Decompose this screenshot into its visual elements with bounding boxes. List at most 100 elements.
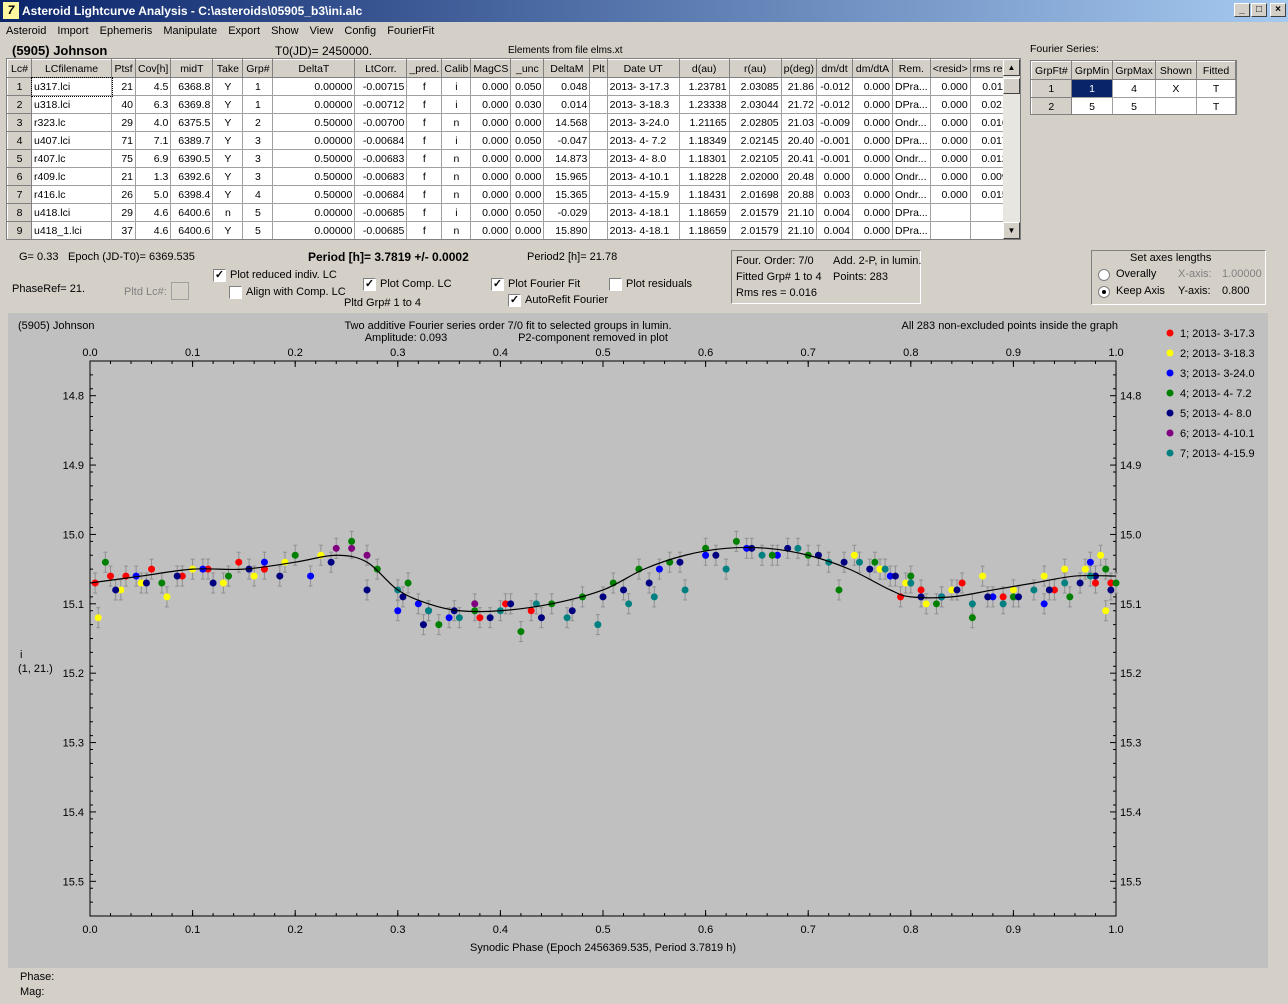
- table-cell[interactable]: 6369.8: [170, 95, 214, 114]
- table-cell[interactable]: 5: [242, 221, 274, 239]
- table-cell[interactable]: 2.02000: [729, 167, 782, 186]
- column-header[interactable]: Grp#: [242, 59, 274, 78]
- table-cell[interactable]: -0.00683: [354, 167, 408, 186]
- column-header[interactable]: LCfilename: [31, 59, 112, 78]
- table-cell[interactable]: u407.lci: [31, 131, 112, 150]
- y-axis-value[interactable]: 0.800: [1222, 285, 1250, 297]
- table-cell[interactable]: 1.18301: [679, 149, 730, 168]
- table-cell[interactable]: 6.9: [135, 149, 172, 168]
- table-cell[interactable]: 14.873: [543, 149, 591, 168]
- x-axis-value[interactable]: 1.00000: [1222, 268, 1262, 280]
- table-cell[interactable]: -0.00684: [354, 131, 408, 150]
- table-cell[interactable]: Ondr...: [892, 149, 931, 168]
- table-cell[interactable]: f: [406, 221, 443, 239]
- table-cell[interactable]: 3: [242, 131, 274, 150]
- fourier-row-number[interactable]: 2: [1031, 97, 1072, 114]
- table-cell[interactable]: 0.50000: [272, 149, 356, 168]
- table-cell[interactable]: 2013- 4-15.9: [607, 185, 680, 204]
- table-cell[interactable]: 0.00000: [272, 203, 356, 222]
- table-cell[interactable]: 40: [111, 95, 136, 114]
- table-cell[interactable]: 0.50000: [272, 113, 356, 132]
- table-cell[interactable]: 6400.6: [170, 221, 214, 239]
- table-cell[interactable]: r409.lc: [31, 167, 112, 186]
- table-cell[interactable]: 7.1: [135, 131, 172, 150]
- table-row[interactable]: 1 u317.lci 21 4.5 6368.8 Y 1 0.00000 -0.00715 f i 0…: [7, 76, 1011, 97]
- table-cell[interactable]: 0.50000: [272, 167, 356, 186]
- menu-fourierfit[interactable]: FourierFit: [383, 22, 438, 37]
- table-cell[interactable]: f: [406, 167, 443, 186]
- table-cell[interactable]: 37: [111, 221, 136, 239]
- table-cell[interactable]: 1.18431: [679, 185, 730, 204]
- table-cell[interactable]: n: [212, 203, 244, 222]
- menu-config[interactable]: Config: [340, 22, 380, 37]
- table-cell[interactable]: f: [406, 113, 443, 132]
- fourier-column-header[interactable]: GrpMin: [1070, 61, 1114, 80]
- column-header[interactable]: r(au): [728, 59, 782, 78]
- lightcurve-table[interactable]: Lc# LCfilename Ptsf Cov[h] midT Take Grp# Delta…: [6, 58, 1021, 240]
- table-cell[interactable]: 0.000: [930, 131, 971, 150]
- table-cell[interactable]: [589, 77, 608, 96]
- table-cell[interactable]: 21: [111, 167, 136, 186]
- table-cell[interactable]: 4.0: [135, 113, 172, 132]
- row-number[interactable]: 6: [7, 167, 32, 186]
- row-number[interactable]: 1: [7, 77, 32, 96]
- table-cell[interactable]: 0.000: [852, 95, 893, 114]
- table-row[interactable]: 9 u418_1.lci 37 4.6 6400.6 Y 5 0.00000 -0.00685 f…: [7, 221, 1011, 239]
- fourier-cell[interactable]: 4: [1112, 79, 1156, 98]
- table-row[interactable]: 4 u407.lci 71 7.1 6389.7 Y 3 0.00000 -0.00684 f i 0…: [7, 131, 1011, 150]
- table-cell[interactable]: 0.000: [470, 167, 512, 186]
- table-cell[interactable]: DPra...: [892, 203, 931, 222]
- table-cell[interactable]: 0.000: [470, 221, 512, 239]
- table-cell[interactable]: Y: [212, 113, 244, 132]
- table-cell[interactable]: 4.6: [135, 203, 172, 222]
- table-cell[interactable]: -0.00712: [354, 95, 408, 114]
- scroll-down-icon[interactable]: ▼: [1003, 222, 1020, 239]
- table-cell[interactable]: 15.965: [543, 167, 591, 186]
- table-cell[interactable]: 2013- 3-24.0: [607, 113, 680, 132]
- table-cell[interactable]: 6375.5: [170, 113, 214, 132]
- table-cell[interactable]: 0.000: [852, 149, 893, 168]
- table-cell[interactable]: Y: [212, 95, 244, 114]
- table-cell[interactable]: 0.000: [852, 131, 893, 150]
- table-cell[interactable]: 0.000: [852, 185, 893, 204]
- table-cell[interactable]: 21: [111, 77, 136, 96]
- table-cell[interactable]: i: [441, 95, 472, 114]
- fourier-row-number[interactable]: 1: [1031, 79, 1072, 98]
- close-button[interactable]: ×: [1270, 3, 1286, 17]
- table-cell[interactable]: 0.000: [852, 203, 893, 222]
- row-number[interactable]: 2: [7, 95, 32, 114]
- table-cell[interactable]: 0.00000: [272, 77, 356, 96]
- table-cell[interactable]: Y: [212, 221, 244, 239]
- table-cell[interactable]: 21.72: [781, 95, 818, 114]
- table-cell[interactable]: r407.lc: [31, 149, 112, 168]
- table-cell[interactable]: 2013- 3-17.3: [607, 77, 680, 96]
- table-cell[interactable]: 0.00000: [272, 221, 356, 239]
- table-cell[interactable]: 2.02145: [729, 131, 782, 150]
- scroll-up-icon[interactable]: ▲: [1003, 59, 1020, 76]
- table-cell[interactable]: 5: [242, 203, 274, 222]
- table-cell[interactable]: [589, 167, 608, 186]
- table-cell[interactable]: 3: [242, 149, 274, 168]
- table-row[interactable]: 3 r323.lc 29 4.0 6375.5 Y 2 0.50000 -0.00700 f n 0.…: [7, 113, 1011, 132]
- column-header[interactable]: Take: [212, 59, 244, 78]
- table-cell[interactable]: DPra...: [892, 131, 931, 150]
- table-cell[interactable]: 0.000: [852, 113, 893, 132]
- table-cell[interactable]: -0.001: [816, 149, 853, 168]
- table-cell[interactable]: 0.003: [816, 185, 853, 204]
- menu-export[interactable]: Export: [224, 22, 264, 37]
- table-cell[interactable]: 4.6: [135, 221, 172, 239]
- table-cell[interactable]: 4: [242, 185, 274, 204]
- table-cell[interactable]: 21.10: [781, 221, 818, 239]
- table-cell[interactable]: n: [441, 113, 472, 132]
- fourier-cell[interactable]: [1155, 97, 1198, 114]
- table-cell[interactable]: -0.00700: [354, 113, 408, 132]
- table-cell[interactable]: 29: [111, 203, 136, 222]
- scroll-thumb[interactable]: [1003, 78, 1020, 94]
- table-cell[interactable]: 0.000: [510, 149, 545, 168]
- table-cell[interactable]: 0.50000: [272, 185, 356, 204]
- table-cell[interactable]: 0.048: [543, 77, 591, 96]
- table-cell[interactable]: 4.5: [135, 77, 172, 96]
- menu-show[interactable]: Show: [267, 22, 303, 37]
- column-header[interactable]: MagCS: [470, 59, 512, 78]
- table-cell[interactable]: 0.000: [930, 167, 971, 186]
